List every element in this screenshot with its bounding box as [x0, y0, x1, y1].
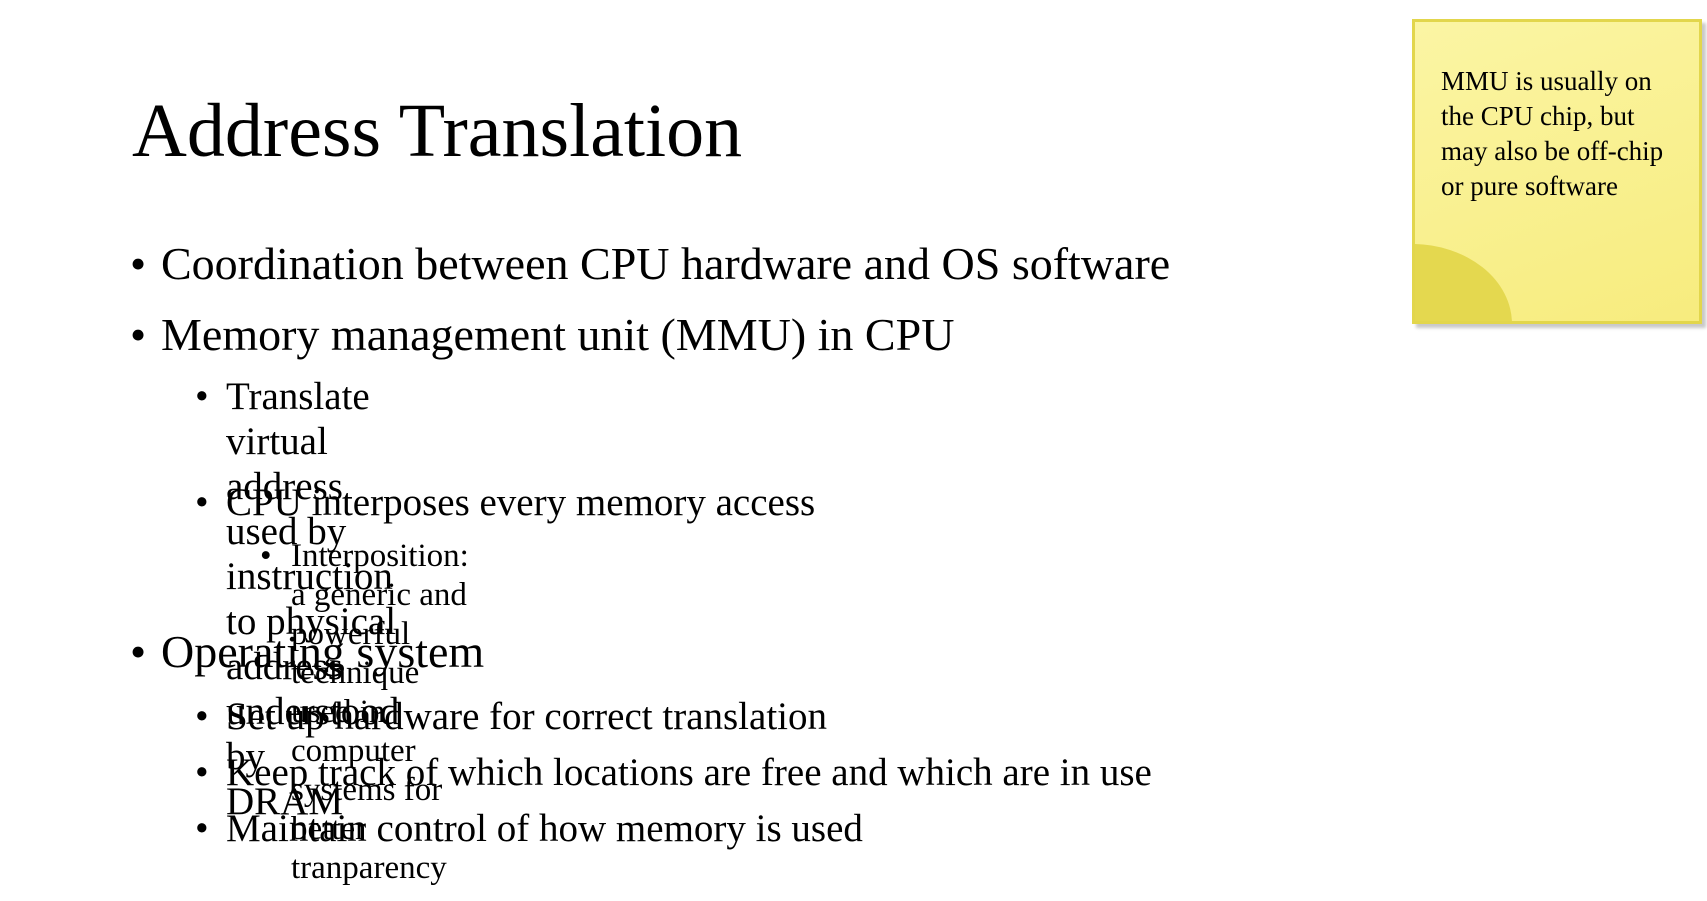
bullet-dot-icon: • — [130, 238, 147, 289]
bullet-item: • Operating system — [130, 624, 484, 679]
bullet-item: • Set up hardware for correct translatio… — [195, 694, 827, 741]
bullet-dot-icon: • — [195, 375, 209, 418]
bullet-dot-icon: • — [195, 807, 209, 850]
bullet-text: CPU interposes every memory access — [226, 481, 816, 524]
bullet-text: Operating system — [161, 626, 485, 677]
bullet-item: • Memory management unit (MMU) in CPU — [130, 307, 954, 362]
bullet-dot-icon: • — [195, 481, 209, 524]
bullet-item: • CPU interposes every memory access — [195, 480, 815, 527]
bullet-text: Keep track of which locations are free a… — [226, 751, 1152, 794]
bullet-dot-icon: • — [195, 751, 209, 794]
bullet-item: • Coordination between CPU hardware and … — [130, 236, 1170, 291]
bullet-text: Set up hardware for correct translation — [226, 695, 827, 738]
bullet-item: • Keep track of which locations are free… — [195, 750, 1152, 797]
bullet-dot-icon: • — [195, 695, 209, 738]
bullet-dot-icon: • — [130, 309, 147, 360]
sticky-note: MMU is usually on the CPU chip, but may … — [1412, 19, 1702, 324]
page-curl-icon — [1415, 244, 1512, 321]
bullet-text: Maintain control of how memory is used — [226, 807, 863, 850]
sticky-note-text: MMU is usually on the CPU chip, but may … — [1441, 66, 1664, 201]
bullet-text: Coordination between CPU hardware and OS… — [161, 238, 1171, 289]
bullet-dot-icon: • — [260, 538, 272, 574]
bullet-text: Memory management unit (MMU) in CPU — [161, 309, 955, 360]
slide-title: Address Translation — [132, 89, 743, 173]
bullet-item: • Maintain control of how memory is used — [195, 806, 863, 853]
bullet-dot-icon: • — [130, 626, 147, 677]
